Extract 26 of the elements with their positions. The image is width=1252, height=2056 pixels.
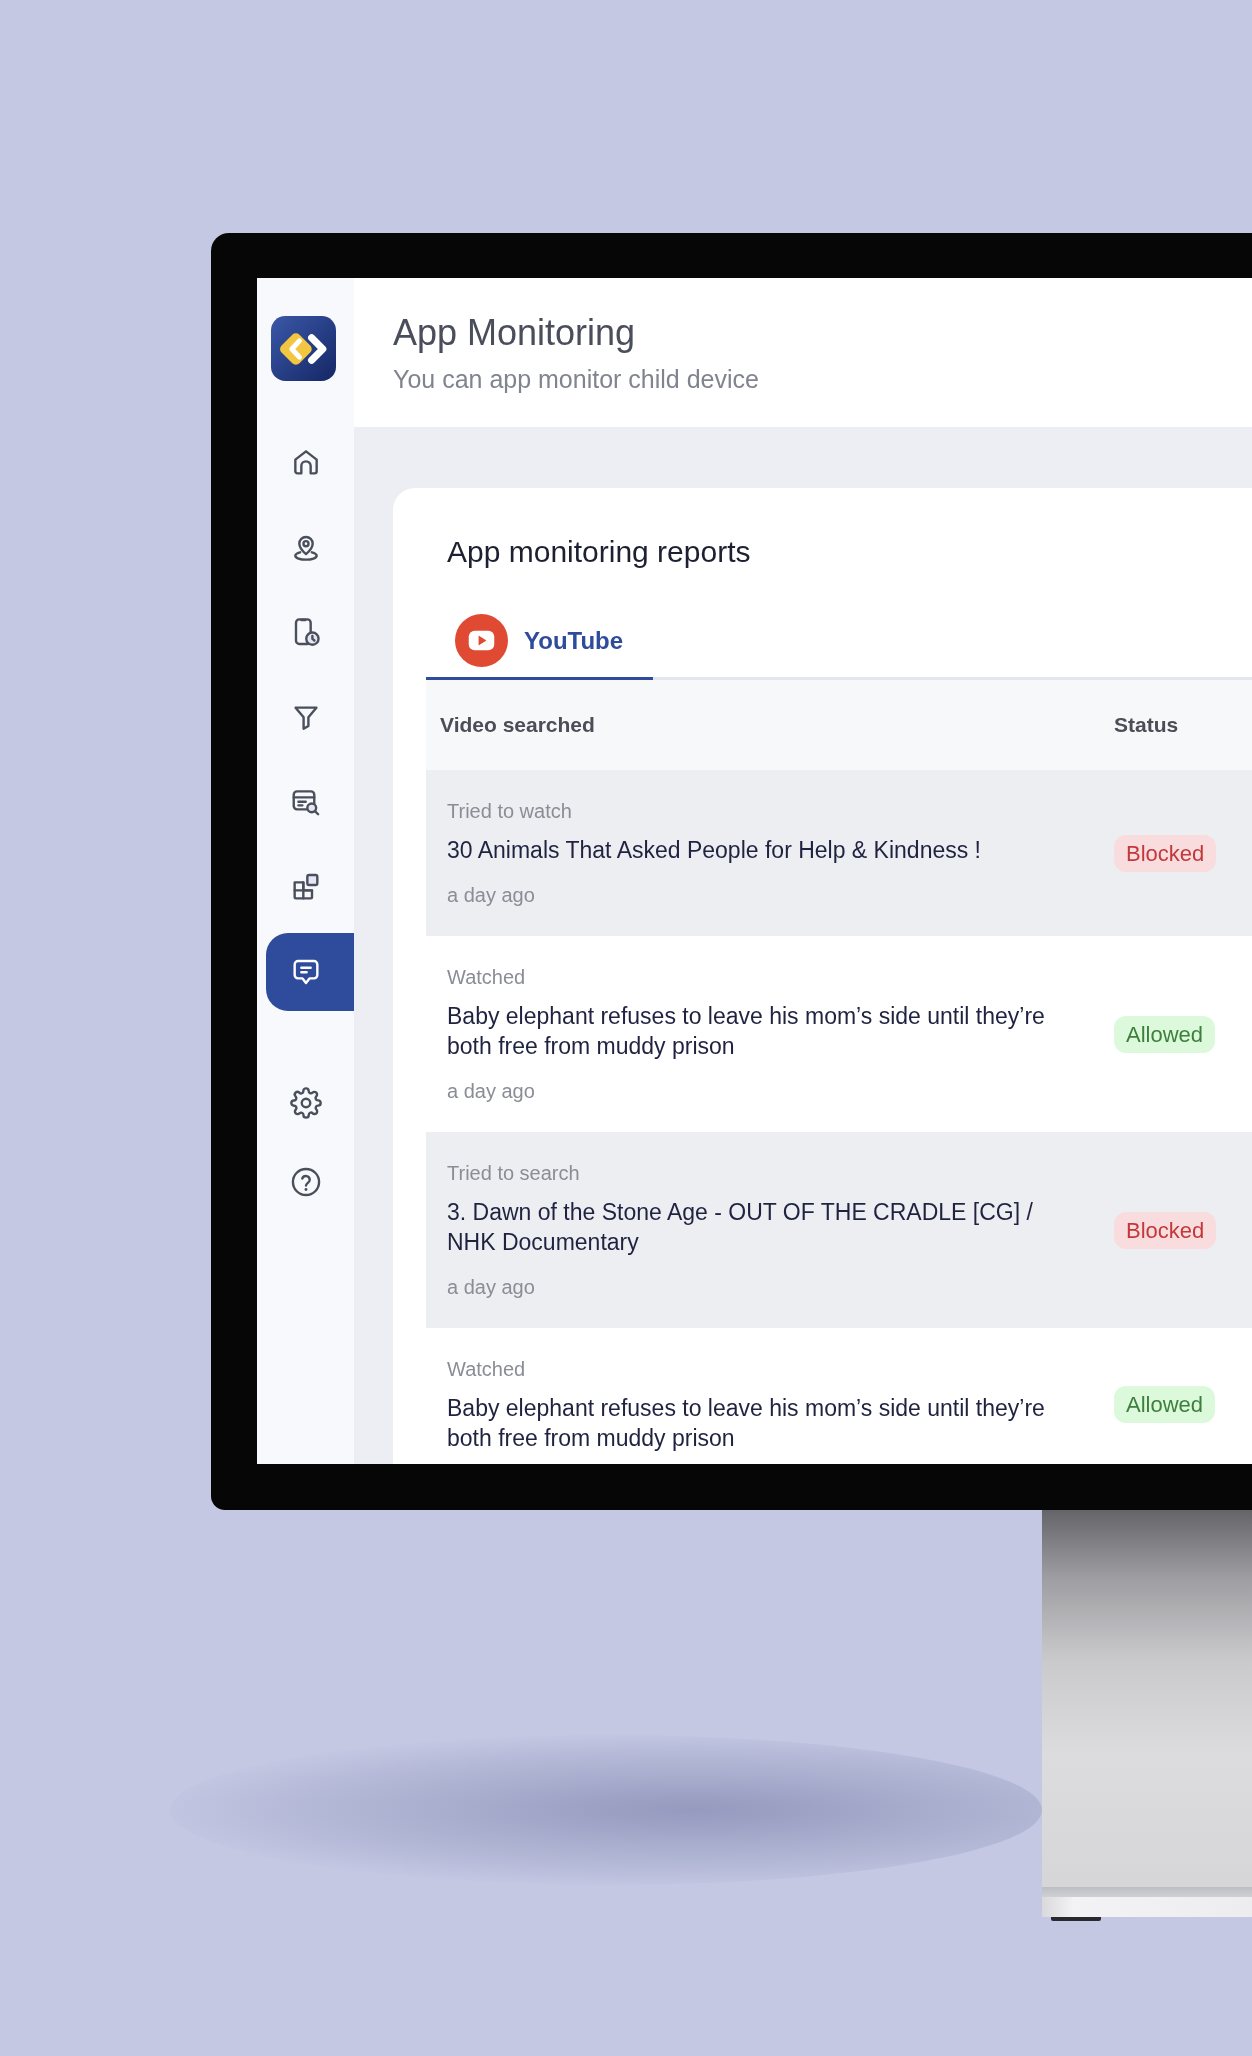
play-button-icon [455, 614, 508, 667]
card-title: App monitoring reports [446, 534, 752, 570]
widgets-icon [290, 871, 322, 903]
video-title: Baby elephant refuses to leave his mom’s side until they’re both free from muddy prison [447, 1002, 1046, 1061]
activity-label: Tried to watch [447, 799, 572, 824]
column-header: Video searched [440, 712, 595, 738]
activity-label: Watched [447, 965, 526, 990]
video-title: 30 Animals That Asked People for Help & Kindness ! [447, 836, 981, 865]
status-badge: Blocked [1114, 1211, 1217, 1249]
timestamp: a day ago [447, 883, 535, 908]
timestamp: a day ago [447, 1275, 535, 1300]
app-logo-icon [271, 316, 336, 381]
timestamp: a day ago [447, 1079, 535, 1104]
activity-label: Watched [447, 1357, 526, 1382]
video-title: 3. Dawn of the Stone Age - OUT OF THE CRADLE [CG] / NHK Documentary [447, 1198, 1034, 1257]
help-icon [290, 1166, 322, 1198]
settings-icon [290, 1087, 322, 1119]
video-title: Baby elephant refuses to leave his mom’s side until they’re both free from muddy prison [447, 1394, 1046, 1453]
activity-label: Tried to search [447, 1161, 580, 1186]
page-subtitle: You can app monitor child device [393, 364, 760, 394]
column-header: Status [1114, 712, 1179, 738]
page-title: App Monitoring [393, 311, 637, 355]
status-badge: Blocked [1114, 834, 1217, 872]
status-badge: Allowed [1114, 1386, 1216, 1423]
status-badge: Allowed [1114, 1015, 1216, 1053]
sidebar-nav-button[interactable] [266, 933, 354, 1011]
